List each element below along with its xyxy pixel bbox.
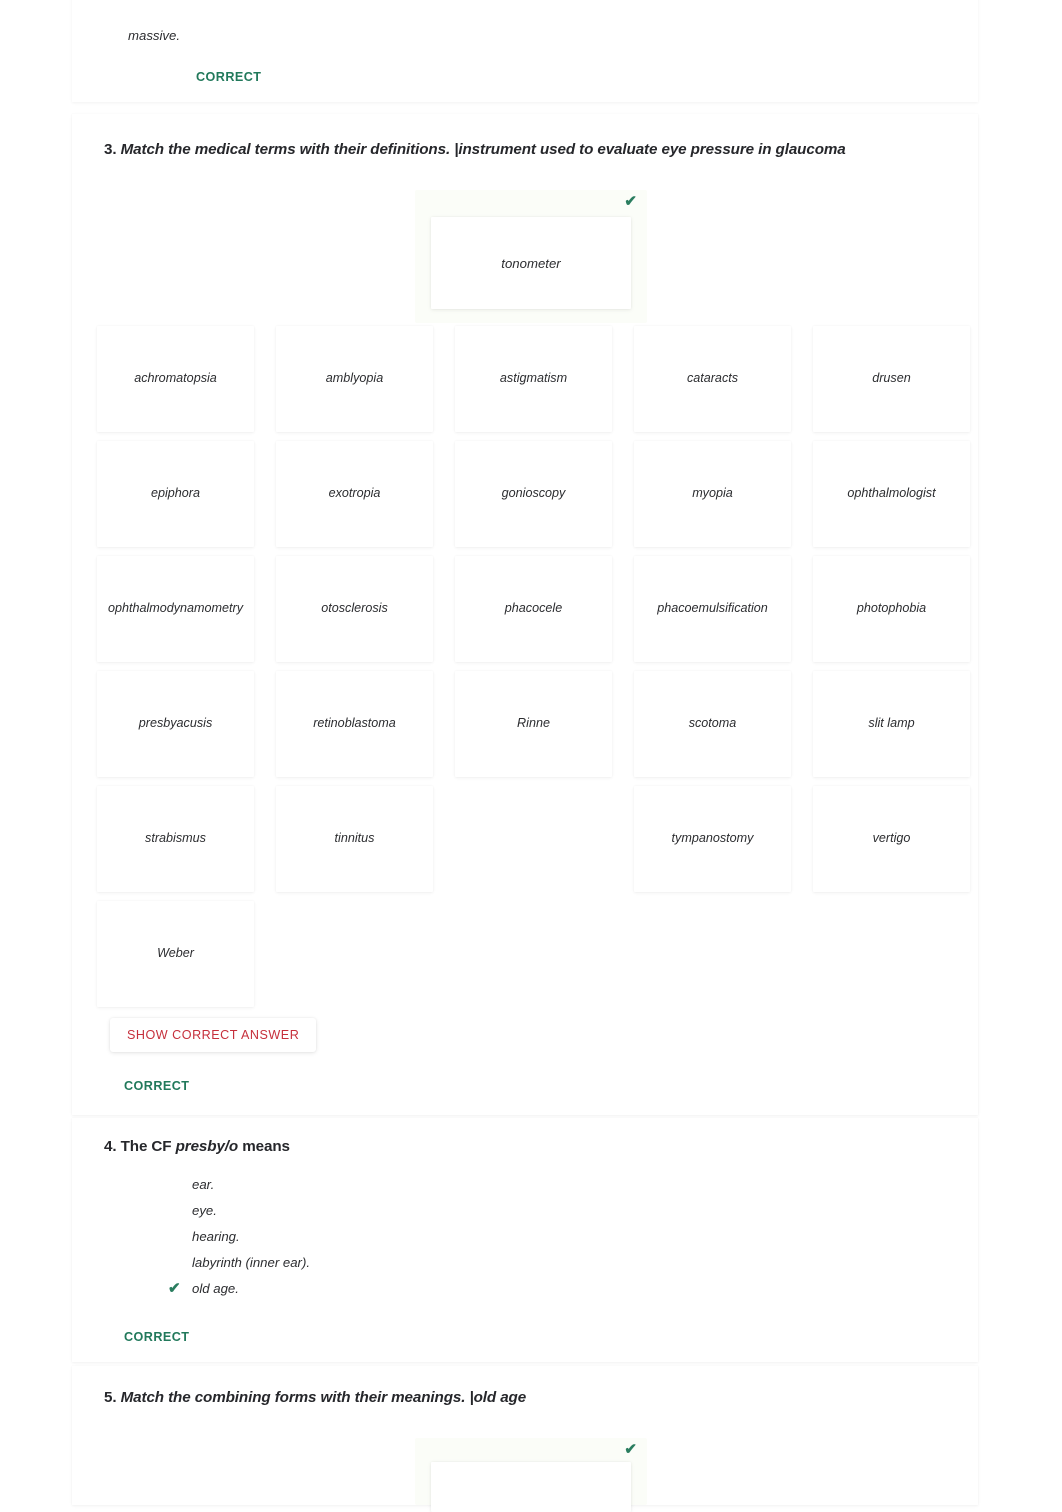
question-definition: |instrument used to evaluate eye pressur…: [454, 141, 846, 158]
choice-label: hearing.: [192, 1229, 240, 1244]
check-icon: ✔: [168, 1280, 181, 1297]
choice-list: ear. eye. hearing. labyrinth (inner ear)…: [164, 1172, 664, 1302]
option-tile-label: slit lamp: [868, 716, 915, 731]
option-tile-label: amblyopia: [325, 371, 384, 386]
option-tile[interactable]: scotoma: [634, 671, 791, 777]
option-tile[interactable]: presbyacusis: [97, 671, 254, 777]
option-tile-empty: [455, 901, 612, 1007]
question-4-card: 4. The CF presby/o means ear. eye. heari…: [72, 1118, 978, 1362]
option-tile[interactable]: epiphora: [97, 441, 254, 547]
question-prompt: Match the combining forms with their mea…: [120, 1389, 466, 1406]
status-badge: CORRECT: [124, 1330, 190, 1344]
option-tile[interactable]: retinoblastoma: [276, 671, 433, 777]
option-tile[interactable]: Weber: [97, 901, 254, 1007]
option-tile[interactable]: tympanostomy: [634, 786, 791, 892]
question-3-stem: 3. Match the medical terms with their de…: [104, 140, 954, 160]
option-tile-grid: achromatopsia amblyopia astigmatism cata…: [97, 326, 970, 1007]
option-tile[interactable]: exotropia: [276, 441, 433, 547]
choice-item-selected[interactable]: ✔ old age.: [164, 1276, 664, 1302]
option-tile[interactable]: ophthalmodynamometry: [97, 556, 254, 662]
show-correct-answer-label: SHOW CORRECT ANSWER: [127, 1028, 300, 1042]
question-number: 3.: [104, 141, 117, 158]
option-tile-label: presbyacusis: [138, 716, 213, 731]
answer-tile[interactable]: tonometer: [431, 217, 631, 309]
option-tile-label: achromatopsia: [134, 371, 217, 386]
option-tile-label: vertigo: [872, 831, 911, 846]
answer-tile-label: tonometer: [501, 255, 561, 271]
question-5-stem: 5. Match the combining forms with their …: [104, 1388, 954, 1408]
option-tile[interactable]: achromatopsia: [97, 326, 254, 432]
question-prompt: Match the medical terms with their defin…: [120, 141, 451, 158]
option-tile-label: drusen: [872, 371, 911, 386]
question-prompt-tail: means: [238, 1138, 290, 1155]
question-4-stem: 4. The CF presby/o means: [104, 1138, 954, 1155]
option-tile[interactable]: otosclerosis: [276, 556, 433, 662]
question-3-card: 3. Match the medical terms with their de…: [72, 114, 978, 1115]
choice-item[interactable]: labyrinth (inner ear).: [164, 1250, 664, 1276]
option-tile[interactable]: Rinne: [455, 671, 612, 777]
option-tile-label: tympanostomy: [671, 831, 754, 846]
choice-label: labyrinth (inner ear).: [192, 1255, 311, 1270]
choice-item[interactable]: hearing.: [164, 1224, 664, 1250]
option-tile-label: Weber: [157, 946, 194, 961]
status-badge: CORRECT: [196, 70, 262, 84]
option-tile-label: strabismus: [145, 831, 206, 846]
choice-item[interactable]: massive.: [100, 23, 180, 49]
option-tile-label: ophthalmologist: [847, 486, 936, 501]
option-tile-label: ophthalmodynamometry: [107, 601, 244, 616]
option-tile[interactable]: tinnitus: [276, 786, 433, 892]
option-tile-label: cataracts: [686, 371, 739, 386]
option-tile[interactable]: myopia: [634, 441, 791, 547]
question-number: 5.: [104, 1389, 117, 1406]
answer-dropzone[interactable]: ✔: [415, 1438, 647, 1512]
question-2-card: massive. CORRECT: [72, 0, 978, 102]
option-tile[interactable]: vertigo: [813, 786, 970, 892]
option-tile-empty: [276, 901, 433, 1007]
option-tile[interactable]: phacoemulsification: [634, 556, 791, 662]
option-tile-label: Rinne: [517, 716, 550, 731]
question-number: 4.: [104, 1138, 117, 1155]
option-tile-label: gonioscopy: [501, 486, 566, 501]
choice-label: old age.: [192, 1281, 239, 1296]
option-tile-empty: [634, 901, 791, 1007]
answer-dropzone[interactable]: ✔ tonometer: [415, 190, 647, 323]
option-tile-label: myopia: [692, 486, 733, 501]
option-tile[interactable]: gonioscopy: [455, 441, 612, 547]
option-tile-label: astigmatism: [499, 371, 568, 386]
choice-item[interactable]: eye.: [164, 1198, 664, 1224]
option-tile[interactable]: phacocele: [455, 556, 612, 662]
option-tile-label: otosclerosis: [321, 601, 388, 616]
option-tile-label: exotropia: [328, 486, 381, 501]
question-definition: |old age: [469, 1389, 527, 1406]
option-tile-label: retinoblastoma: [313, 716, 396, 731]
option-tile[interactable]: strabismus: [97, 786, 254, 892]
option-tile-empty: [813, 901, 970, 1007]
option-tile[interactable]: ophthalmologist: [813, 441, 970, 547]
question-5-card: 5. Match the combining forms with their …: [72, 1366, 978, 1512]
check-icon: ✔: [624, 193, 637, 210]
status-badge: CORRECT: [124, 1079, 190, 1093]
option-tile-label: tinnitus: [334, 831, 375, 846]
option-tile[interactable]: cataracts: [634, 326, 791, 432]
option-tile[interactable]: slit lamp: [813, 671, 970, 777]
option-tile-label: scotoma: [688, 716, 737, 731]
quiz-results-page: massive. CORRECT 3. Match the medical te…: [0, 0, 1062, 1512]
option-tile[interactable]: drusen: [813, 326, 970, 432]
option-tile[interactable]: astigmatism: [455, 326, 612, 432]
question-prompt-emphasis: presby/o: [175, 1138, 239, 1155]
show-correct-answer-button[interactable]: SHOW CORRECT ANSWER: [110, 1018, 317, 1052]
question-prompt-lead: The CF: [120, 1138, 176, 1155]
option-tile[interactable]: amblyopia: [276, 326, 433, 432]
option-tile[interactable]: photophobia: [813, 556, 970, 662]
choice-label: eye.: [192, 1203, 217, 1218]
option-tile-label: phacoemulsification: [657, 601, 768, 616]
check-icon: ✔: [624, 1441, 637, 1458]
option-tile-label: epiphora: [150, 486, 201, 501]
choice-label: ear.: [192, 1177, 215, 1192]
choice-label: massive.: [128, 28, 181, 43]
option-tile-empty: [455, 786, 612, 892]
option-tile-label: photophobia: [856, 601, 927, 616]
choice-item[interactable]: ear.: [164, 1172, 664, 1198]
option-tile-label: phacocele: [504, 601, 563, 616]
